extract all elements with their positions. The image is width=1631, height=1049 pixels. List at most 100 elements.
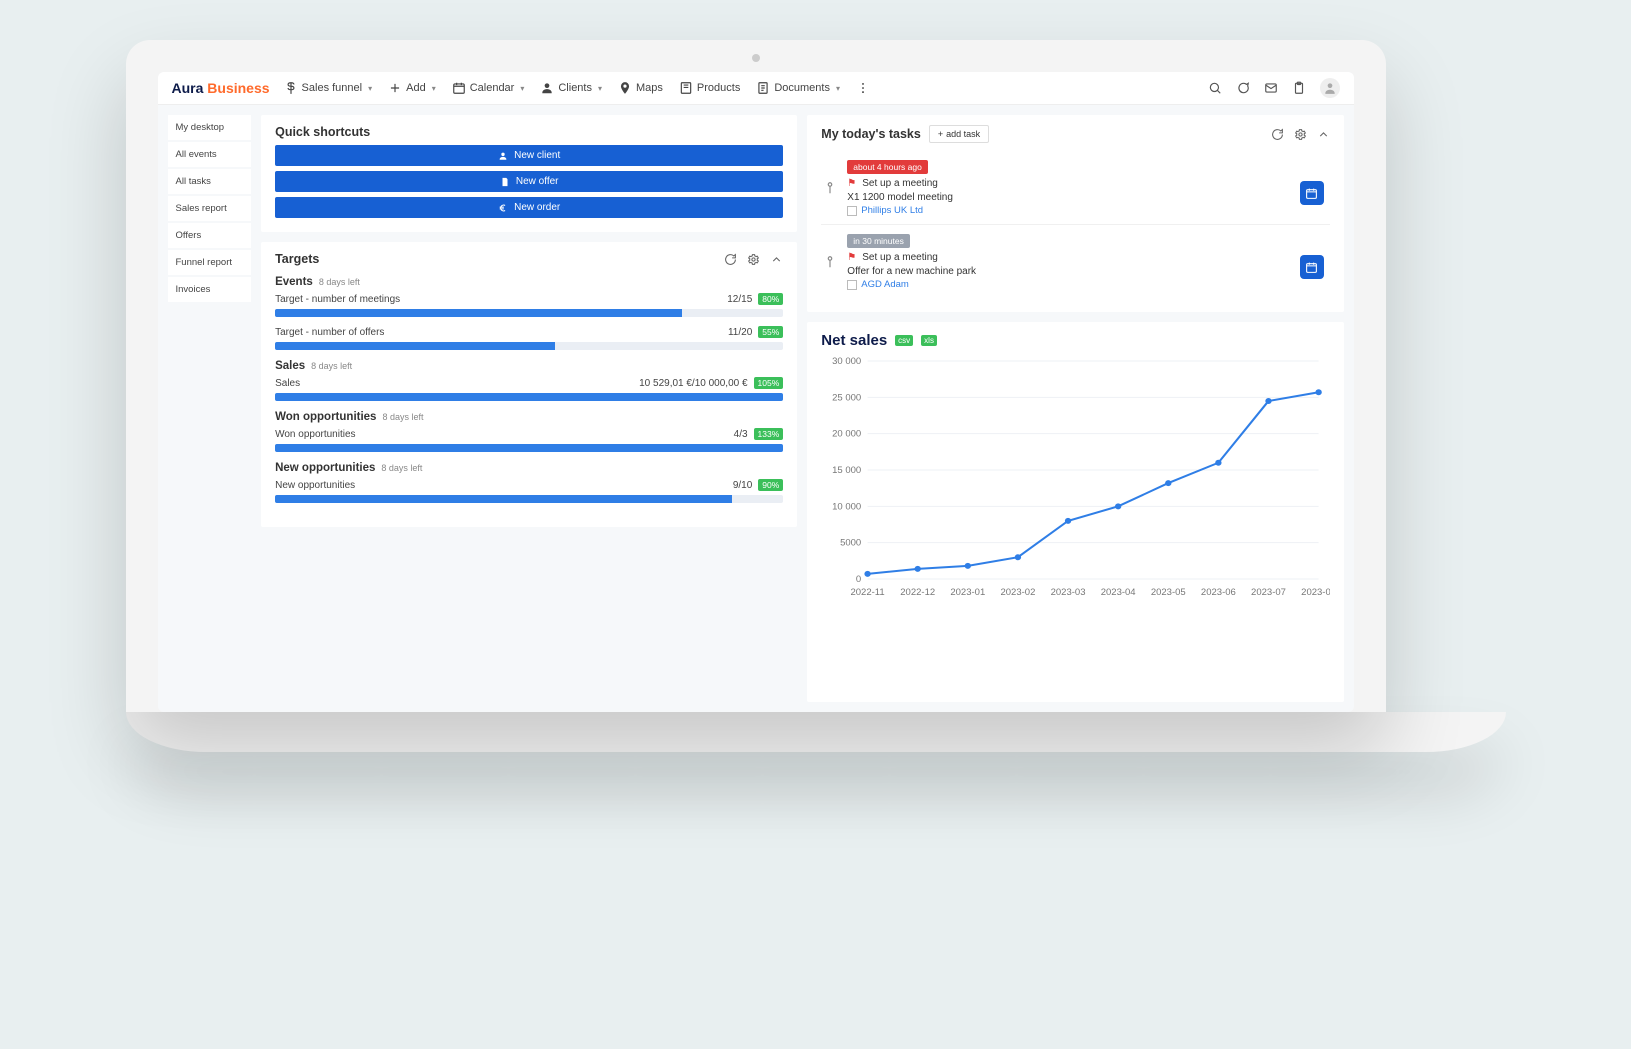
task-sub: X1 1200 model meeting	[847, 192, 1291, 203]
chevron-up-icon[interactable]	[770, 253, 783, 266]
section-title: Won opportunities8 days left	[275, 411, 783, 423]
target-label: Sales	[275, 378, 300, 389]
chat-icon[interactable]	[1236, 81, 1250, 95]
gear-icon[interactable]	[1294, 128, 1307, 141]
logo: Aura Business	[172, 80, 270, 96]
person-icon	[540, 81, 554, 95]
target-label: New opportunities	[275, 480, 355, 491]
chart-title: Net sales	[821, 332, 887, 349]
search-icon[interactable]	[1208, 81, 1222, 95]
chevron-down-icon: ▾	[432, 84, 436, 93]
nav-maps[interactable]: Maps	[618, 81, 663, 95]
laptop-base	[126, 712, 1506, 752]
task-calendar-button[interactable]	[1300, 255, 1324, 279]
tasks-body: about 4 hours ago⚑Set up a meetingX1 120…	[821, 151, 1329, 298]
nav-sales-funnel[interactable]: Sales funnel▾	[284, 81, 373, 95]
clipboard-icon[interactable]	[1292, 81, 1306, 95]
nav-add[interactable]: Add ▾	[388, 81, 436, 95]
refresh-icon[interactable]	[1271, 128, 1284, 141]
svg-text:2023-08: 2023-08	[1301, 587, 1329, 597]
svg-text:2023-04: 2023-04	[1101, 587, 1136, 597]
svg-text:2023-06: 2023-06	[1201, 587, 1236, 597]
chart-header: Net sales csv xls	[821, 332, 1329, 349]
panel-header: My today's tasks + add task	[821, 125, 1329, 143]
target-badge: 80%	[758, 293, 783, 305]
progress-track	[275, 495, 783, 503]
target-badge: 90%	[758, 479, 783, 491]
section-title: Sales8 days left	[275, 360, 783, 372]
target-value: 10 529,01 €/10 000,00 €	[639, 378, 747, 389]
panel-header: Targets	[275, 252, 783, 266]
task-time-chip: in 30 minutes	[847, 234, 910, 248]
logo-part-a: Aura	[172, 80, 204, 96]
task-calendar-button[interactable]	[1300, 181, 1324, 205]
refresh-icon[interactable]	[724, 253, 737, 266]
target-label: Won opportunities	[275, 429, 355, 440]
sidebar-item[interactable]: Invoices	[168, 277, 252, 302]
task-link[interactable]: AGD Adam	[847, 279, 1291, 290]
sidebar-item[interactable]: Offers	[168, 223, 252, 248]
section-sub: 8 days left	[311, 361, 352, 371]
new-offer-button[interactable]: New offer	[275, 171, 783, 192]
task-item: in 30 minutes⚑Set up a meetingOffer for …	[821, 224, 1329, 298]
gear-icon[interactable]	[747, 253, 760, 266]
sidebar-item[interactable]: Sales report	[168, 196, 252, 221]
nav-documents[interactable]: Documents▾	[756, 81, 840, 95]
nav-label: Maps	[636, 82, 663, 94]
sidebar-item[interactable]: All events	[168, 142, 252, 167]
progress-fill	[275, 444, 783, 452]
panel-shortcuts: Quick shortcuts New client New offer New…	[261, 115, 797, 232]
nav-label: Calendar	[470, 82, 515, 94]
export-xls-badge[interactable]: xls	[921, 335, 937, 346]
nav-products[interactable]: Products	[679, 81, 740, 95]
avatar[interactable]	[1320, 78, 1340, 98]
export-csv-badge[interactable]: csv	[895, 335, 913, 346]
progress-track	[275, 444, 783, 452]
person-icon	[1323, 81, 1337, 95]
svg-text:5000: 5000	[840, 538, 861, 548]
task-type-icon	[821, 233, 839, 290]
svg-text:2022-11: 2022-11	[851, 587, 885, 597]
panel-title: My today's tasks	[821, 127, 921, 141]
svg-text:0: 0	[856, 574, 861, 584]
panel-title: Quick shortcuts	[275, 125, 783, 139]
chevron-down-icon: ▾	[368, 84, 372, 93]
sidebar-item[interactable]: All tasks	[168, 169, 252, 194]
map-pin-icon	[618, 81, 632, 95]
task-link[interactable]: Phillips UK Ltd	[847, 205, 1291, 216]
task-item: about 4 hours ago⚑Set up a meetingX1 120…	[821, 151, 1329, 224]
nav-clients[interactable]: Clients▾	[540, 81, 602, 95]
target-badge: 133%	[754, 428, 784, 440]
target-row: Target - number of meetings12/1580%	[275, 294, 783, 317]
target-badge: 105%	[754, 377, 784, 389]
sidebar-item[interactable]: Funnel report	[168, 250, 252, 275]
task-type-icon	[821, 159, 839, 216]
laptop-frame: Aura Business Sales funnel▾ Add ▾ Calenda…	[126, 40, 1386, 712]
svg-text:2023-01: 2023-01	[951, 587, 986, 597]
task-title: Set up a meeting	[862, 178, 938, 189]
nav-label: Add	[406, 82, 426, 94]
euro-icon	[498, 203, 508, 213]
target-value: 4/3	[734, 429, 748, 440]
target-value: 12/15	[727, 294, 752, 305]
new-order-button[interactable]: New order	[275, 197, 783, 218]
svg-text:2023-05: 2023-05	[1151, 587, 1186, 597]
sidebar-item[interactable]: My desktop	[168, 115, 252, 140]
svg-text:2023-02: 2023-02	[1001, 587, 1036, 597]
mail-icon[interactable]	[1264, 81, 1278, 95]
progress-fill	[275, 393, 783, 401]
targets-body: Events8 days leftTarget - number of meet…	[275, 276, 783, 503]
nav-calendar[interactable]: Calendar▾	[452, 81, 525, 95]
target-badge: 55%	[758, 326, 783, 338]
chevron-up-icon[interactable]	[1317, 128, 1330, 141]
progress-track	[275, 342, 783, 350]
panel-title: Targets	[275, 252, 319, 266]
add-task-button[interactable]: + add task	[929, 125, 989, 143]
section-title: New opportunities8 days left	[275, 462, 783, 474]
svg-text:15 000: 15 000	[832, 465, 861, 475]
target-row: Sales 10 529,01 €/10 000,00 € 105%	[275, 378, 783, 401]
nav-more[interactable]	[856, 81, 870, 95]
new-client-button[interactable]: New client	[275, 145, 783, 166]
task-title: Set up a meeting	[862, 252, 938, 263]
topbar-utils	[1208, 78, 1340, 98]
